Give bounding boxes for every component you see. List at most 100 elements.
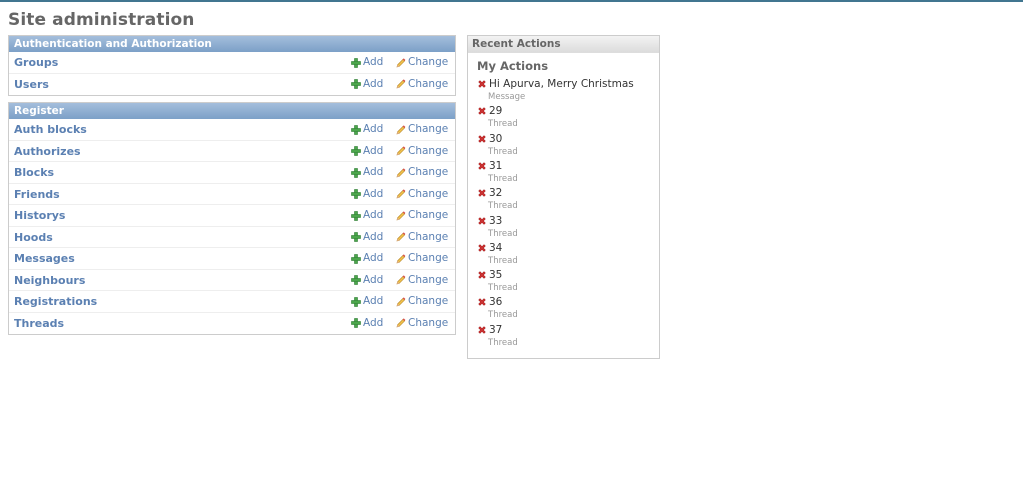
change-link[interactable]: Change: [396, 227, 448, 248]
delete-icon: [478, 189, 486, 198]
model-link[interactable]: Blocks: [14, 162, 54, 183]
recent-action-entry: Hi Apurva, Merry Christmas: [477, 77, 634, 91]
recent-action-object: 36: [489, 296, 503, 309]
change-label: Change: [408, 187, 449, 200]
recent-action-item: Hi Apurva, Merry Christmas Message: [477, 77, 634, 104]
add-link[interactable]: Add: [351, 119, 383, 140]
module-caption: Register: [9, 103, 455, 119]
recent-action-entry: 35: [477, 268, 518, 282]
change-label: Change: [408, 123, 449, 135]
change-link[interactable]: Change: [396, 119, 448, 140]
recent-action-entry: 31: [477, 159, 518, 173]
pencil-icon: [396, 253, 406, 263]
add-label: Add: [363, 273, 384, 286]
change-link[interactable]: Change: [396, 74, 448, 95]
model-link[interactable]: Hoods: [14, 227, 53, 248]
model-row: Neighbours Add Change: [9, 270, 455, 291]
change-link[interactable]: Change: [396, 184, 448, 205]
model-link[interactable]: Threads: [14, 313, 64, 334]
model-link[interactable]: Authorizes: [14, 141, 81, 162]
plus-icon: [351, 296, 361, 307]
pencil-icon: [396, 296, 406, 306]
module-caption: Authentication and Authorization: [9, 36, 455, 52]
add-link[interactable]: Add: [351, 184, 383, 205]
model-link[interactable]: Messages: [14, 248, 75, 269]
recent-action-type: Thread: [488, 201, 518, 212]
recent-action-type: Thread: [488, 310, 518, 321]
delete-icon: [478, 271, 486, 279]
model-link[interactable]: Users: [14, 74, 49, 95]
change-link[interactable]: Change: [396, 141, 448, 162]
model-row: Messages Add Change: [9, 248, 455, 270]
pencil-icon: [396, 79, 406, 89]
recent-action-type: Message: [488, 92, 526, 102]
add-link[interactable]: Add: [351, 313, 383, 334]
change-link[interactable]: Change: [396, 270, 448, 291]
model-link[interactable]: Friends: [14, 184, 60, 205]
model-row: Blocks Add Change: [9, 162, 455, 184]
change-label: Change: [408, 56, 449, 68]
delete-icon: [478, 134, 486, 143]
pencil-icon: [396, 210, 406, 220]
model-link[interactable]: Neighbours: [14, 270, 85, 291]
model-row: Threads Add Change: [9, 313, 455, 335]
recent-action-item: 32 Thread: [477, 186, 518, 213]
add-label: Add: [363, 77, 384, 90]
recent-action-object: 35: [489, 269, 503, 282]
recent-action-type: Thread: [488, 283, 518, 294]
plus-icon: [351, 189, 361, 199]
pencil-icon: [396, 232, 406, 242]
change-label: Change: [408, 230, 449, 243]
add-link[interactable]: Add: [351, 270, 383, 291]
plus-icon: [351, 146, 361, 156]
pencil-icon: [396, 318, 406, 328]
add-link[interactable]: Add: [351, 52, 383, 73]
pencil-icon: [396, 275, 406, 285]
change-label: Change: [408, 209, 449, 221]
change-link[interactable]: Change: [396, 162, 448, 183]
change-label: Change: [408, 273, 449, 286]
model-row: Hoods Add Change: [9, 227, 455, 248]
recent-action-item: 37 Thread: [477, 323, 518, 350]
add-link[interactable]: Add: [351, 227, 383, 248]
recent-action-entry: 33: [477, 214, 518, 228]
module-auth: Authentication and Authorization Groups …: [8, 35, 456, 96]
plus-icon: [351, 79, 361, 89]
change-link[interactable]: Change: [396, 291, 448, 312]
add-link[interactable]: Add: [351, 74, 383, 95]
recent-action-entry: 29: [477, 104, 518, 118]
add-label: Add: [363, 209, 384, 221]
change-link[interactable]: Change: [396, 248, 448, 269]
add-link[interactable]: Add: [351, 141, 383, 162]
delete-icon: [478, 243, 486, 252]
change-label: Change: [408, 295, 449, 307]
change-label: Change: [408, 316, 449, 329]
add-link[interactable]: Add: [351, 205, 383, 226]
recent-action-object: 31: [489, 159, 503, 172]
change-link[interactable]: Change: [396, 313, 448, 334]
add-label: Add: [363, 166, 384, 178]
pencil-icon: [396, 189, 406, 199]
model-link[interactable]: Groups: [14, 52, 58, 73]
change-link[interactable]: Change: [396, 52, 448, 73]
model-row: Users Add Change: [9, 74, 455, 96]
model-link[interactable]: Historys: [14, 205, 65, 226]
add-link[interactable]: Add: [351, 162, 383, 183]
recent-action-entry: 37: [477, 323, 518, 337]
model-link[interactable]: Registrations: [14, 291, 97, 312]
recent-action-item: 34 Thread: [477, 241, 518, 268]
add-label: Add: [363, 187, 384, 200]
add-link[interactable]: Add: [351, 291, 383, 312]
recent-action-type: Thread: [488, 255, 518, 266]
pencil-icon: [396, 167, 406, 177]
model-link[interactable]: Auth blocks: [14, 119, 87, 140]
recent-action-item: 33 Thread: [477, 214, 518, 241]
plus-icon: [351, 57, 361, 68]
change-link[interactable]: Change: [396, 205, 448, 226]
add-label: Add: [363, 252, 384, 264]
recent-action-item: 36 Thread: [477, 295, 518, 322]
add-link[interactable]: Add: [351, 248, 383, 269]
add-label: Add: [363, 230, 384, 243]
recent-action-object: 37: [489, 323, 503, 336]
recent-action-type: Thread: [488, 228, 518, 239]
